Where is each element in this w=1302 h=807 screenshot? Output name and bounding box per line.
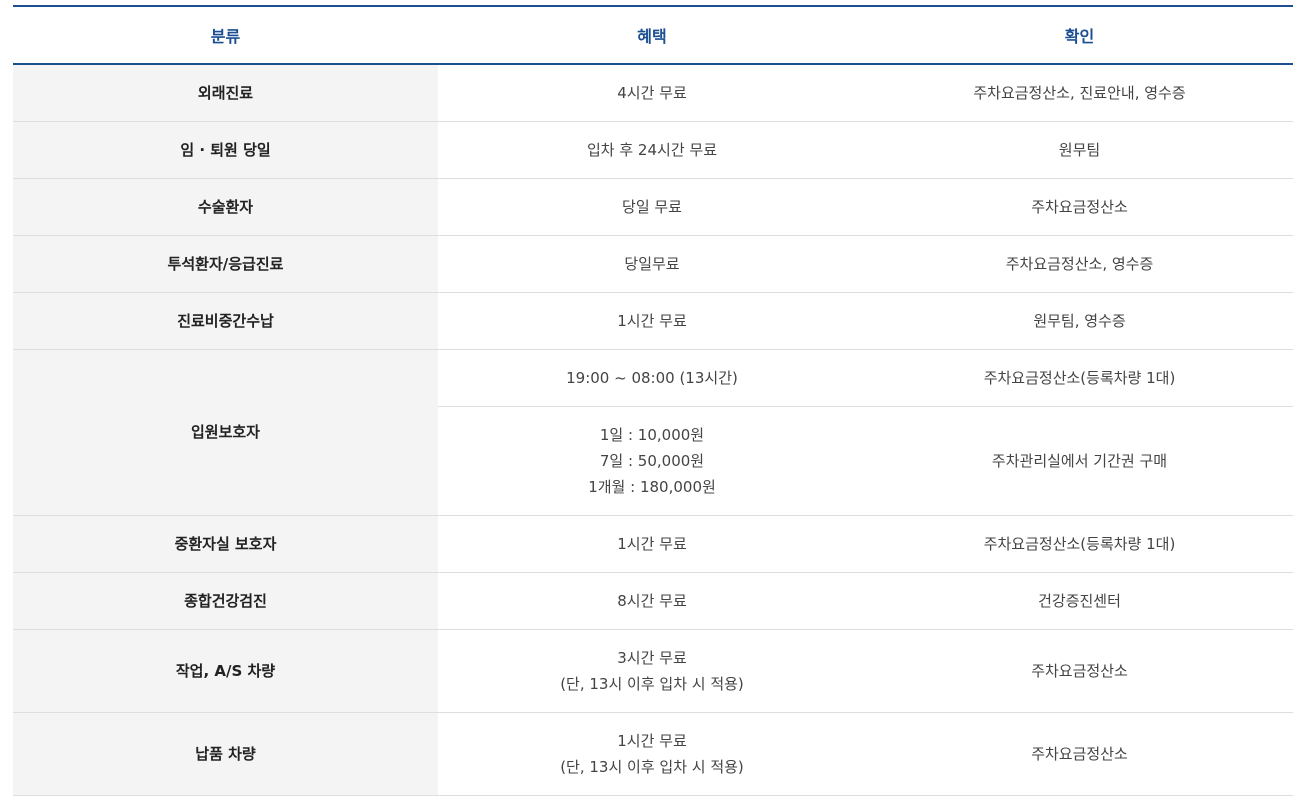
table-header-row: 분류 혜택 확인 [13,5,1293,65]
row-benefit: 1시간 무료 [438,515,866,573]
benefit-line: 8시간 무료 [617,591,687,610]
row-verify: 주차요금정산소 [866,712,1293,796]
benefit-line: 당일 무료 [622,197,682,216]
row-benefit: 입차 후 24시간 무료 [438,121,866,179]
row-benefit: 1시간 무료 (단, 13시 이후 입차 시 적용) [438,712,866,796]
table-row: 임 · 퇴원 당일 입차 후 24시간 무료 원무팀 [13,121,1293,179]
benefit-line: 입차 후 24시간 무료 [587,140,717,159]
row-verify: 주차관리실에서 기간권 구매 [866,406,1293,516]
header-category: 분류 [13,5,438,65]
benefit-line: 7일 : 50,000원 [599,451,705,470]
row-verify: 원무팀, 영수증 [866,292,1293,350]
row-benefit: 3시간 무료 (단, 13시 이후 입차 시 적용) [438,629,866,713]
row-benefit: 당일 무료 [438,178,866,236]
benefit-line: 1시간 무료 [617,311,687,330]
benefit-line: 1시간 무료 [617,534,687,553]
row-verify: 원무팀 [866,121,1293,179]
row-category: 작업, A/S 차량 [13,629,438,713]
row-benefit: 당일무료 [438,235,866,293]
row-benefit: 4시간 무료 [438,64,866,122]
row-category: 외래진료 [13,64,438,122]
row-category: 종합건강검진 [13,572,438,630]
table-row: 입원보호자 19:00 ~ 08:00 (13시간) 주차요금정산소(등록차량 … [13,349,1293,516]
table-row: 진료비중간수납 1시간 무료 원무팀, 영수증 [13,292,1293,350]
table-row: 중환자실 보호자 1시간 무료 주차요금정산소(등록차량 1대) [13,515,1293,573]
benefit-line: 4시간 무료 [617,83,687,102]
row-category: 중환자실 보호자 [13,515,438,573]
benefit-line: (단, 13시 이후 입차 시 적용) [560,674,744,693]
benefit-line: 당일무료 [624,254,680,273]
row-verify: 주차요금정산소, 진료안내, 영수증 [866,64,1293,122]
row-category: 진료비중간수납 [13,292,438,350]
row-category: 수술환자 [13,178,438,236]
row-verify: 주차요금정산소 [866,178,1293,236]
row-verify: 주차요금정산소(등록차량 1대) [866,515,1293,573]
table-row: 외래진료 4시간 무료 주차요금정산소, 진료안내, 영수증 [13,64,1293,122]
table-row: 수술환자 당일 무료 주차요금정산소 [13,178,1293,236]
header-benefit: 혜택 [438,5,866,65]
table-row: 납품 차량 1시간 무료 (단, 13시 이후 입차 시 적용) 주차요금정산소 [13,712,1293,796]
parking-benefit-table-container: 분류 혜택 확인 외래진료 4시간 무료 주차요금정산소, 진료안내, 영수증 … [13,5,1293,796]
header-verify: 확인 [866,5,1293,65]
table-row: 종합건강검진 8시간 무료 건강증진센터 [13,572,1293,630]
parking-benefit-table: 분류 혜택 확인 외래진료 4시간 무료 주차요금정산소, 진료안내, 영수증 … [13,5,1293,796]
row-category: 임 · 퇴원 당일 [13,121,438,179]
row-category: 입원보호자 [13,349,438,516]
row-benefit: 1일 : 10,000원 7일 : 50,000원 1개월 : 180,000원 [438,406,866,516]
row-category: 납품 차량 [13,712,438,796]
table-row: 투석환자/응급진료 당일무료 주차요금정산소, 영수증 [13,235,1293,293]
row-benefit: 19:00 ~ 08:00 (13시간) [438,349,866,407]
table-row: 작업, A/S 차량 3시간 무료 (단, 13시 이후 입차 시 적용) 주차… [13,629,1293,713]
benefit-line: 1시간 무료 [617,731,687,750]
row-benefit: 1시간 무료 [438,292,866,350]
row-benefit: 8시간 무료 [438,572,866,630]
row-verify: 주차요금정산소(등록차량 1대) [866,349,1293,407]
row-verify: 주차요금정산소 [866,629,1293,713]
row-verify: 건강증진센터 [866,572,1293,630]
benefit-line: 1일 : 10,000원 [599,425,705,444]
benefit-line: 3시간 무료 [617,648,687,667]
benefit-line: (단, 13시 이후 입차 시 적용) [560,757,744,776]
benefit-line: 19:00 ~ 08:00 (13시간) [566,368,738,387]
benefit-line: 1개월 : 180,000원 [588,477,716,496]
row-category: 투석환자/응급진료 [13,235,438,293]
row-verify: 주차요금정산소, 영수증 [866,235,1293,293]
